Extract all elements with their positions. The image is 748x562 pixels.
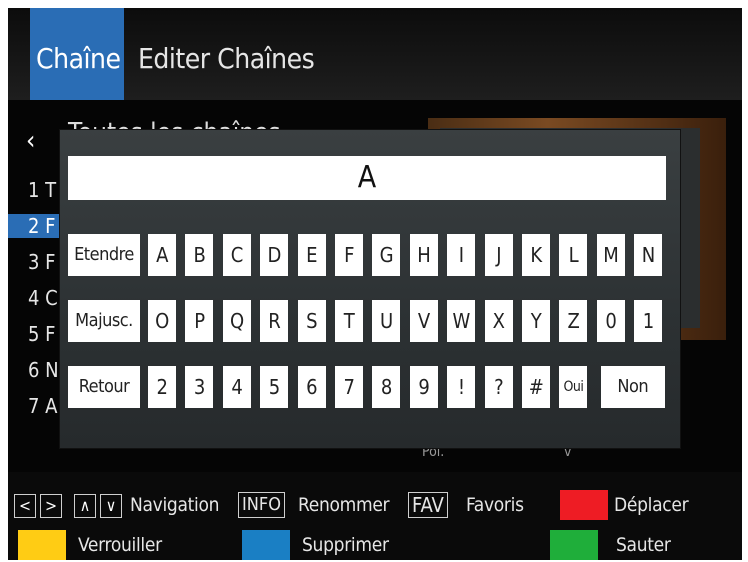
green-key-icon xyxy=(550,530,598,560)
legend-supprimer: Supprimer xyxy=(302,534,389,556)
arrow-down-icon: ∨ xyxy=(100,494,122,518)
legend-navigation: Navigation xyxy=(130,494,220,516)
key-6[interactable]: 6 xyxy=(297,366,326,408)
key-g[interactable]: G xyxy=(372,234,401,276)
key-y[interactable]: Y xyxy=(522,300,550,342)
yellow-key-icon xyxy=(18,530,66,560)
key-5[interactable]: 5 xyxy=(260,366,289,408)
channel-row[interactable]: 1 T xyxy=(28,178,56,202)
key-2[interactable]: 2 xyxy=(148,366,176,408)
key-non[interactable]: Non xyxy=(600,366,665,408)
key-b[interactable]: B xyxy=(185,234,214,276)
key-1[interactable]: 1 xyxy=(634,300,663,342)
legend-bar: < > ∧ ∨ Navigation INFO Renommer FAV Fav… xyxy=(8,472,742,560)
channel-row-selected[interactable]: 2 F xyxy=(8,214,68,238)
key-h[interactable]: H xyxy=(409,234,438,276)
key-l[interactable]: L xyxy=(559,234,588,276)
key-symbol[interactable]: ? xyxy=(484,366,513,408)
arrow-right-icon: > xyxy=(40,494,62,518)
info-key-tag: INFO xyxy=(238,492,285,518)
tab-chaine[interactable]: Chaîne xyxy=(36,42,121,75)
key-x[interactable]: X xyxy=(484,300,513,342)
tab-editer-chaines[interactable]: Editer Chaînes xyxy=(138,42,315,75)
key-j[interactable]: J xyxy=(484,234,513,276)
key-r[interactable]: R xyxy=(260,300,289,342)
key-w[interactable]: W xyxy=(447,300,476,342)
key-symbol[interactable]: # xyxy=(522,366,550,408)
key-t[interactable]: T xyxy=(335,300,363,342)
channel-row[interactable]: 4 C xyxy=(28,286,58,310)
arrow-up-icon: ∧ xyxy=(74,494,96,518)
key-7[interactable]: 7 xyxy=(335,366,363,408)
name-input[interactable]: A xyxy=(68,156,666,200)
channel-row[interactable]: 7 A xyxy=(28,394,57,418)
fav-key-tag: FAV xyxy=(408,492,448,518)
keyboard-dialog: A Etendre A B C D E F G H I J K L M N Majusc. O P Q R S T U V W X… xyxy=(60,130,680,448)
key-e[interactable]: E xyxy=(297,234,326,276)
blue-key-icon xyxy=(242,530,290,560)
channel-row[interactable]: 5 F xyxy=(28,322,56,346)
key-m[interactable]: M xyxy=(596,234,625,276)
key-z[interactable]: Z xyxy=(559,300,588,342)
key-a[interactable]: A xyxy=(148,234,176,276)
key-p[interactable]: P xyxy=(185,300,214,342)
key-q[interactable]: Q xyxy=(222,300,251,342)
channel-row[interactable]: 3 F xyxy=(28,250,56,274)
key-n[interactable]: N xyxy=(634,234,663,276)
key-retour[interactable]: Retour xyxy=(68,366,140,408)
key-oui[interactable]: Oui xyxy=(559,366,588,408)
arrow-left-icon: < xyxy=(14,494,36,518)
legend-favoris: Favoris xyxy=(466,494,524,516)
key-f[interactable]: F xyxy=(335,234,363,276)
key-v[interactable]: V xyxy=(409,300,438,342)
legend-deplacer: Déplacer xyxy=(614,494,689,516)
tv-screen: Chaîne Editer Chaînes ‹ Toutes les chaîn… xyxy=(8,8,742,560)
key-8[interactable]: 8 xyxy=(372,366,401,408)
key-d[interactable]: D xyxy=(260,234,289,276)
red-key-icon xyxy=(560,490,608,520)
key-c[interactable]: C xyxy=(222,234,251,276)
key-i[interactable]: I xyxy=(447,234,476,276)
key-9[interactable]: 9 xyxy=(409,366,438,408)
channel-row[interactable]: 6 N xyxy=(28,358,59,382)
legend-verrouiller: Verrouiller xyxy=(78,534,162,556)
key-u[interactable]: U xyxy=(372,300,401,342)
key-4[interactable]: 4 xyxy=(222,366,251,408)
key-0[interactable]: 0 xyxy=(596,300,625,342)
key-symbol[interactable]: ! xyxy=(447,366,476,408)
legend-renommer: Renommer xyxy=(298,494,390,516)
key-etendre[interactable]: Etendre xyxy=(68,234,140,276)
key-s[interactable]: S xyxy=(297,300,326,342)
legend-sauter: Sauter xyxy=(616,534,671,556)
key-majusc[interactable]: Majusc. xyxy=(68,300,140,342)
chevron-left-icon[interactable]: ‹ xyxy=(26,126,35,156)
key-k[interactable]: K xyxy=(522,234,550,276)
key-o[interactable]: O xyxy=(148,300,176,342)
key-3[interactable]: 3 xyxy=(185,366,214,408)
